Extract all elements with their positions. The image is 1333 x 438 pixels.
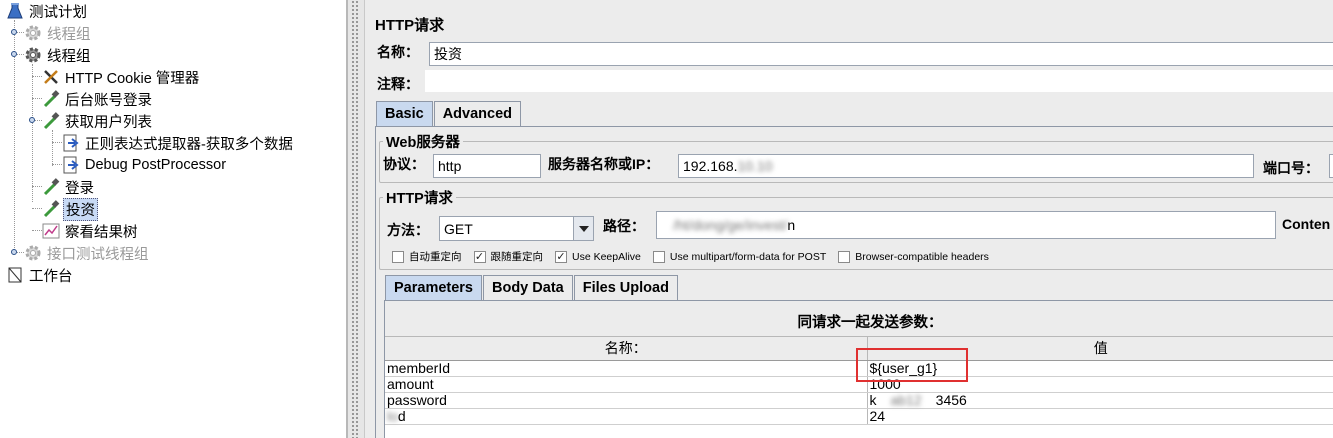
test-plan-tree[interactable]: 测试计划 线程组 线程组 HTTP Cookie 管理器 后台账号登录 获取用户… <box>0 0 346 438</box>
checkbox-icon <box>652 250 665 263</box>
tree-node-invest[interactable]: 投资 <box>42 197 98 221</box>
server-label: 服务器名称或IP： <box>548 156 660 172</box>
port-label: 端口号： <box>1263 160 1319 176</box>
param-name-cell[interactable]: lod <box>385 407 868 425</box>
param-value-cell[interactable]: 24 <box>867 408 1333 425</box>
tab-parameters[interactable]: Parameters <box>385 275 482 300</box>
content-encoding-label: Conten <box>1282 216 1331 232</box>
protocol-label: 协议： <box>383 156 425 172</box>
keepalive-checkbox[interactable]: ✓ Use KeepAlive <box>555 250 641 263</box>
method-select[interactable]: GET <box>439 216 594 241</box>
multipart-checkbox[interactable]: Use multipart/form-data for POST <box>652 250 826 263</box>
expand-toggle-icon[interactable] <box>29 117 35 123</box>
tree-node-thread-group[interactable]: 线程组 <box>24 22 93 44</box>
comment-input[interactable] <box>425 70 1333 92</box>
protocol-input[interactable]: http <box>433 154 541 178</box>
tree-node-debug-postprocessor[interactable]: Debug PostProcessor <box>62 154 228 176</box>
post-processor-icon <box>62 156 80 174</box>
tree-node-test-plan[interactable]: 测试计划 <box>6 0 89 22</box>
method-label: 方法： <box>387 222 429 238</box>
tab-files-upload[interactable]: Files Upload <box>573 275 678 300</box>
http-request-panel: HTTP请求 名称： 投资 注释： Basic Advanced Web服务器 … <box>364 0 1333 438</box>
post-processor-icon <box>62 134 80 152</box>
tree-node-get-user-list[interactable]: 获取用户列表 <box>42 110 154 132</box>
tab-advanced[interactable]: Advanced <box>433 101 522 126</box>
param-value-cell[interactable]: k ab12 3456 <box>867 391 1333 409</box>
expand-toggle-icon[interactable] <box>11 29 17 35</box>
tree-node-regex-extractor[interactable]: 正则表达式提取器-获取多个数据 <box>62 132 295 154</box>
panel-splitter[interactable] <box>346 0 364 438</box>
thread-group-gear-icon <box>24 244 42 262</box>
port-input[interactable] <box>1329 154 1333 178</box>
comment-label: 注释： <box>377 76 419 92</box>
column-header-name[interactable]: 名称： <box>385 337 868 361</box>
expand-toggle-icon[interactable] <box>11 51 17 57</box>
server-input[interactable]: 192.168. 10.10 <box>678 154 1254 178</box>
tree-node-api-test-thread-group[interactable]: 接口测试线程组 <box>24 242 151 264</box>
param-name-cell[interactable]: amount <box>385 376 868 393</box>
tab-body-data[interactable]: Body Data <box>483 275 573 300</box>
sampler-pipette-icon <box>42 200 60 218</box>
name-input[interactable]: 投资 <box>429 42 1333 66</box>
tree-node-admin-login[interactable]: 后台账号登录 <box>42 88 154 110</box>
follow-redirect-checkbox[interactable]: ✓ 跟随重定向 <box>473 249 543 264</box>
web-server-legend: Web服务器 <box>383 131 463 152</box>
server-value-redacted: 10.10 <box>737 158 773 174</box>
checkmark-icon: ✓ <box>555 250 567 263</box>
name-label: 名称： <box>377 44 419 60</box>
param-name-cell[interactable]: password <box>385 392 868 409</box>
path-value-redacted: /ht/dong/ge/invest/ <box>673 217 788 233</box>
workbench-icon <box>6 266 24 284</box>
param-name-cell[interactable]: memberId <box>385 360 868 377</box>
tab-basic[interactable]: Basic <box>376 101 433 126</box>
checkbox-icon <box>838 250 851 263</box>
sampler-pipette-icon <box>42 112 60 130</box>
sampler-pipette-icon <box>42 178 60 196</box>
browser-compatible-checkbox[interactable]: Browser-compatible headers <box>838 250 989 263</box>
splitter-grip[interactable] <box>351 0 359 438</box>
tab-divider <box>375 126 1333 127</box>
tree-node-cookie-manager[interactable]: HTTP Cookie 管理器 <box>42 66 201 88</box>
tree-node-view-results-tree[interactable]: 察看结果树 <box>42 220 140 242</box>
http-request-legend: HTTP请求 <box>383 187 456 208</box>
param-name-redacted: lo <box>387 407 398 424</box>
expand-toggle-icon[interactable] <box>11 249 17 255</box>
page-title: HTTP请求 <box>375 17 445 34</box>
path-label: 路径： <box>603 218 645 234</box>
thread-group-gear-icon <box>24 24 42 42</box>
auto-redirect-checkbox[interactable]: 自动重定向 <box>392 249 462 264</box>
params-caption: 同请求一起发送参数： <box>797 315 943 331</box>
config-tools-icon <box>42 68 60 86</box>
sampler-pipette-icon <box>42 90 60 108</box>
tree-node-thread-group[interactable]: 线程组 <box>24 44 93 66</box>
listener-chart-icon <box>42 222 60 240</box>
param-value-redacted: ab12 <box>890 391 922 408</box>
highlight-annotation-box <box>856 348 968 382</box>
splitter-edge <box>346 0 348 438</box>
name-value: 投资 <box>434 46 462 62</box>
checkmark-icon: ✓ <box>473 250 486 263</box>
test-plan-icon <box>6 2 24 20</box>
table-row[interactable]: lod 24 <box>385 407 1333 425</box>
tree-node-login[interactable]: 登录 <box>42 176 96 198</box>
thread-group-gear-icon <box>24 46 42 64</box>
table-row[interactable]: password k ab12 3456 <box>385 391 1333 409</box>
path-input[interactable]: /ht/dong/ge/invest/ n <box>656 211 1276 239</box>
tree-node-workbench[interactable]: 工作台 <box>6 264 75 286</box>
chevron-down-icon[interactable] <box>573 217 593 240</box>
checkbox-icon <box>392 250 404 263</box>
